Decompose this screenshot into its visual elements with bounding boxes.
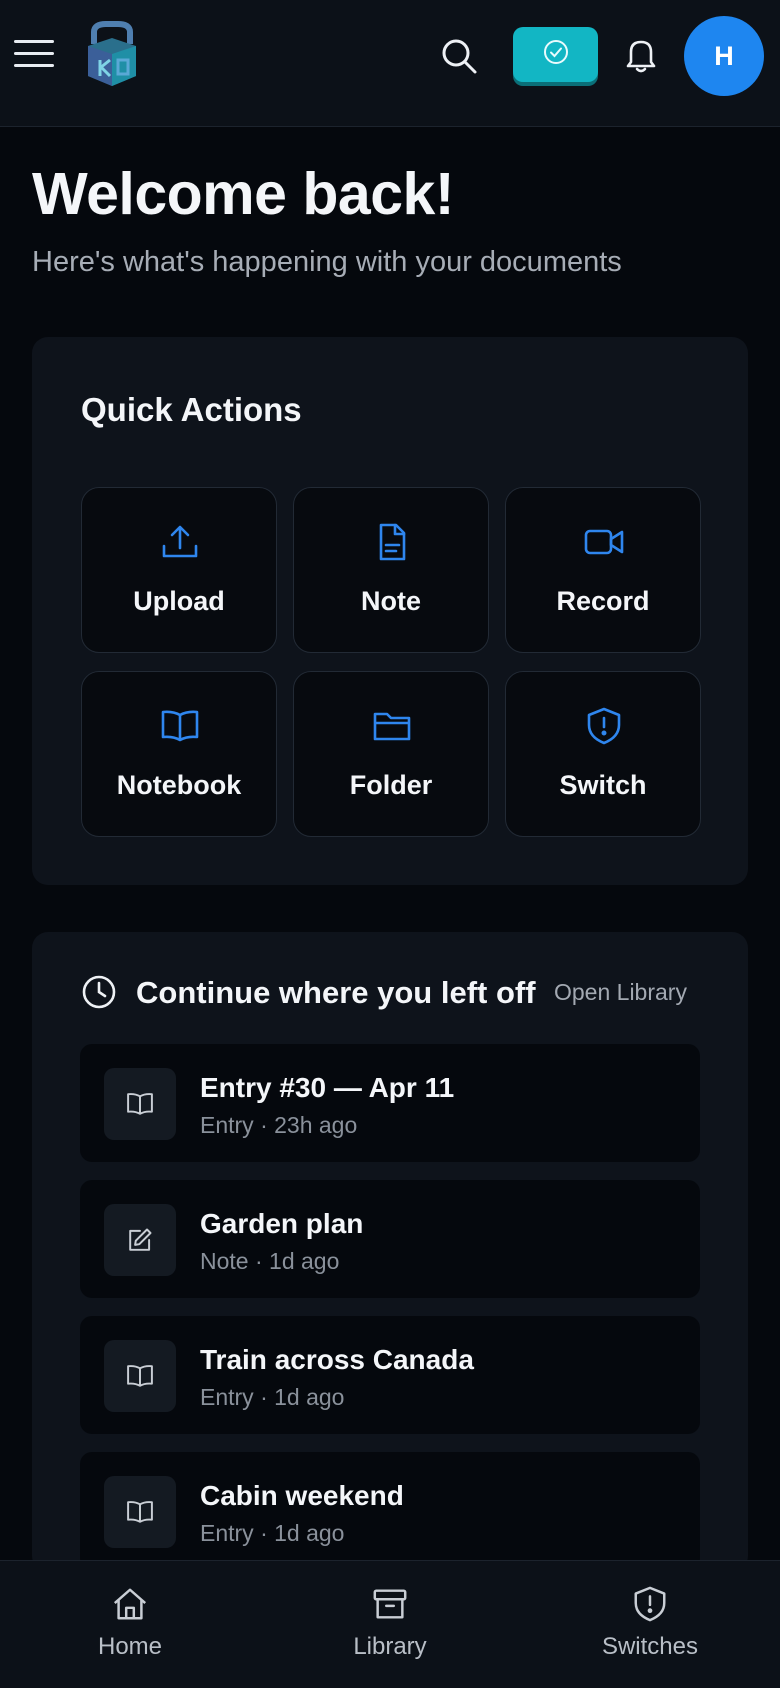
pencil-square-icon bbox=[104, 1204, 176, 1276]
recent-item-title: Garden plan bbox=[200, 1208, 364, 1239]
recent-item[interactable]: Train across Canada Entry · 1d ago bbox=[80, 1316, 700, 1434]
book-open-icon bbox=[104, 1476, 176, 1548]
recent-item-title: Cabin weekend bbox=[200, 1480, 404, 1511]
avatar-initial: H bbox=[714, 40, 734, 71]
upload-label: Upload bbox=[133, 586, 225, 616]
book-open-icon bbox=[160, 706, 200, 746]
home-icon bbox=[50, 1585, 210, 1623]
record-label: Record bbox=[556, 586, 650, 616]
nav-library-label: Library bbox=[353, 1633, 427, 1660]
quick-actions-card: Quick Actions Upload Note Record Noteboo… bbox=[32, 337, 748, 885]
clock-icon bbox=[81, 974, 117, 1010]
page-subtitle: Here's what's happening with your docume… bbox=[32, 246, 622, 278]
hamburger-menu-icon[interactable] bbox=[14, 40, 54, 70]
recent-item-meta: Entry · 1d ago bbox=[200, 1520, 345, 1546]
nav-home[interactable]: Home bbox=[50, 1585, 210, 1661]
recent-item-meta: Entry · 1d ago bbox=[200, 1384, 345, 1410]
document-icon bbox=[372, 522, 412, 562]
archive-box-icon bbox=[310, 1585, 470, 1623]
nav-home-label: Home bbox=[97, 1633, 163, 1660]
recent-item[interactable]: Garden plan Note · 1d ago bbox=[80, 1180, 700, 1298]
recent-item-title: Entry #30 — Apr 11 bbox=[200, 1072, 455, 1103]
app-logo[interactable] bbox=[84, 20, 140, 88]
recent-item[interactable]: Cabin weekend Entry · 1d ago bbox=[80, 1452, 700, 1570]
page-title: Welcome back! bbox=[32, 161, 454, 227]
recent-item-title: Train across Canada bbox=[200, 1344, 474, 1375]
note-button[interactable]: Note bbox=[293, 487, 489, 653]
recent-item[interactable]: Entry #30 — Apr 11 Entry · 23h ago bbox=[80, 1044, 700, 1162]
book-open-icon bbox=[104, 1340, 176, 1412]
nav-switches[interactable]: Switches bbox=[570, 1585, 730, 1661]
note-label: Note bbox=[361, 586, 421, 616]
status-button[interactable] bbox=[513, 27, 598, 82]
avatar[interactable]: H bbox=[684, 16, 764, 96]
recent-item-meta: Note · 1d ago bbox=[200, 1248, 340, 1274]
quick-actions-title: Quick Actions bbox=[81, 391, 302, 428]
video-camera-icon bbox=[584, 522, 624, 562]
open-library-link[interactable]: Open Library bbox=[554, 979, 687, 1006]
upload-button[interactable]: Upload bbox=[81, 487, 277, 653]
search-icon[interactable] bbox=[437, 34, 481, 78]
shield-alert-icon bbox=[570, 1585, 730, 1623]
bell-icon[interactable] bbox=[620, 34, 662, 76]
bottom-navigation: Home Library Switches bbox=[0, 1560, 780, 1688]
nav-library[interactable]: Library bbox=[310, 1585, 470, 1661]
recent-title: Continue where you left off bbox=[136, 975, 536, 1010]
notebook-label: Notebook bbox=[116, 770, 242, 800]
switch-label: Switch bbox=[559, 770, 647, 800]
switch-button[interactable]: Switch bbox=[505, 671, 701, 837]
top-bar: H bbox=[0, 0, 780, 127]
recent-item-meta: Entry · 23h ago bbox=[200, 1112, 358, 1138]
book-open-icon bbox=[104, 1068, 176, 1140]
nav-switches-label: Switches bbox=[601, 1633, 699, 1660]
check-circle-icon bbox=[541, 37, 571, 72]
notebook-button[interactable]: Notebook bbox=[81, 671, 277, 837]
folder-label: Folder bbox=[349, 770, 433, 800]
record-button[interactable]: Record bbox=[505, 487, 701, 653]
folder-icon bbox=[372, 706, 412, 746]
shield-alert-icon bbox=[584, 706, 624, 746]
folder-button[interactable]: Folder bbox=[293, 671, 489, 837]
recent-card: Continue where you left off Open Library… bbox=[32, 932, 748, 1572]
upload-icon bbox=[160, 522, 200, 562]
